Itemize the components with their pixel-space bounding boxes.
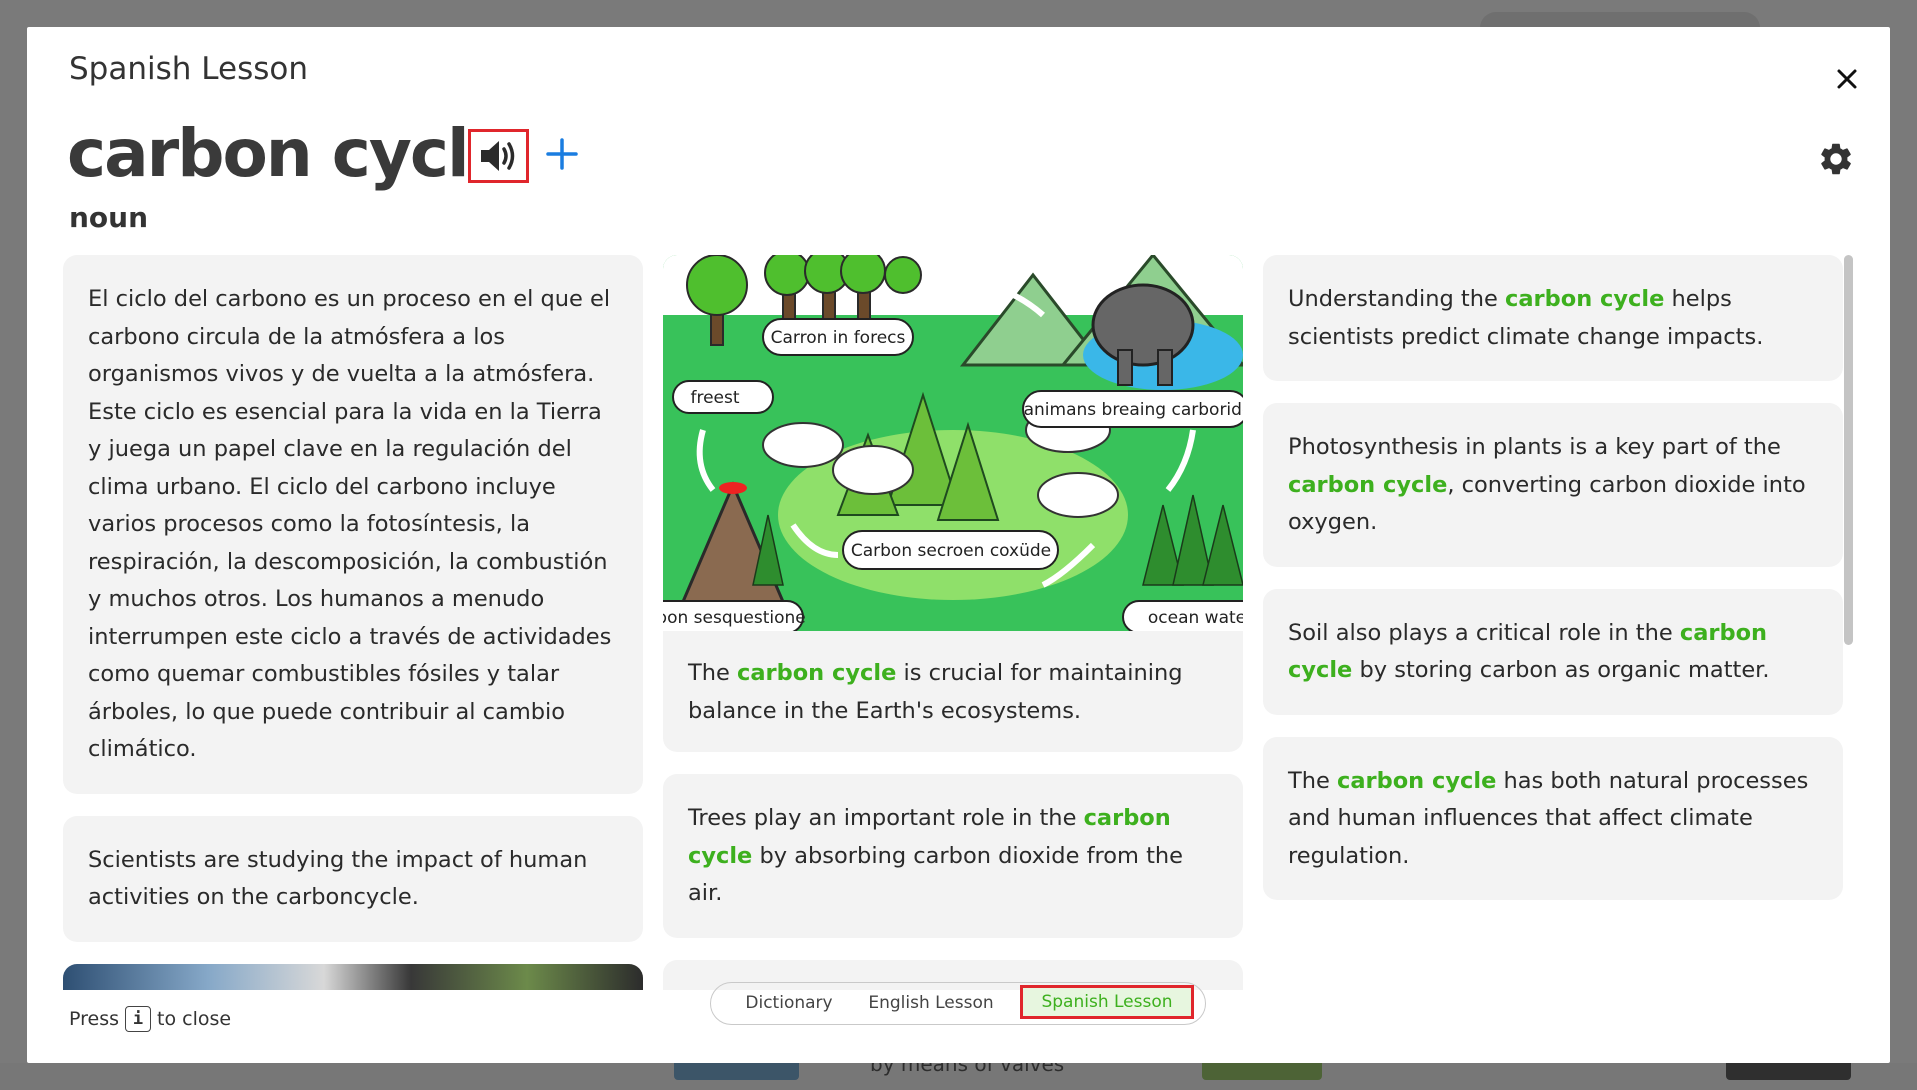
headword: carbon cycle [67, 115, 512, 192]
example-card: Trees play an important role in the carb… [663, 774, 1243, 938]
word-modal: Spanish Lesson carbon cycle noun El cicl… [27, 27, 1890, 1063]
column-3: Understanding the carbon cycle helps sci… [1263, 255, 1843, 922]
example-text: Soil also plays a critical role in the c… [1288, 619, 1770, 684]
image-label-forest: Carron in forecs [771, 328, 906, 348]
example-text: Trees play an important role in the carb… [688, 805, 1184, 906]
example-text: The carbon cycle has both natural proces… [1288, 767, 1809, 869]
part-of-speech: noun [69, 201, 149, 234]
image-label-center: Carbon secroen coxüde [851, 541, 1051, 561]
close-icon [1837, 69, 1857, 89]
carbon-cycle-illustration: Carron in forecs freest animans breaing … [663, 255, 1243, 631]
tab-spanish-lesson[interactable]: Spanish Lesson [1020, 985, 1194, 1019]
column-1: El ciclo del carbono es un proceso en el… [63, 255, 643, 990]
definition-card: El ciclo del carbono es un proceso en el… [63, 255, 643, 794]
gear-icon [1821, 143, 1851, 175]
image-label-freest: freest [690, 388, 739, 408]
example-text: The carbon cycle is crucial for maintain… [688, 660, 1183, 724]
modal-title: Spanish Lesson [69, 51, 308, 87]
pronounce-button[interactable] [468, 129, 529, 183]
image-card: Carron in forecs freest animans breaing … [663, 255, 1243, 752]
image-label-sequestration: bon sesquestione [663, 608, 806, 628]
image-label-ocean: ocean wate [1148, 608, 1243, 628]
example-card: Soil also plays a critical role in the c… [1263, 588, 1843, 715]
image-label-animals: animans breaing carboride [1024, 400, 1243, 420]
example-text: Scientists are studying the impact of hu… [88, 846, 588, 911]
close-hint: Press i to close [69, 1006, 232, 1032]
example-text: Understanding the carbon cycle helps sci… [1288, 286, 1764, 350]
lesson-content[interactable]: El ciclo del carbono es un proceso en el… [63, 255, 1863, 990]
example-card: Scientists are studying the impact of hu… [63, 815, 643, 942]
example-card: The carbon cycle has both natural proces… [1263, 736, 1843, 900]
plus-icon [546, 138, 578, 170]
partial-image-card [63, 963, 643, 990]
keyboard-key: i [125, 1006, 152, 1032]
speaker-icon [480, 141, 514, 171]
column-2: Carron in forecs freest animans breaing … [663, 255, 1243, 990]
example-text: Photosynthesis in plants is a key part o… [1288, 434, 1806, 535]
definition-text: El ciclo del carbono es un proceso en el… [88, 286, 612, 762]
example-card: Photosynthesis in plants is a key part o… [1263, 403, 1843, 567]
lesson-tabs: Dictionary English Lesson Spanish Lesson [710, 982, 1206, 1025]
settings-button[interactable] [1812, 135, 1860, 183]
close-button[interactable] [1827, 59, 1867, 99]
tab-english-lesson[interactable]: English Lesson [867, 983, 995, 1023]
tab-dictionary[interactable]: Dictionary [725, 983, 853, 1023]
scrollbar[interactable] [1844, 255, 1853, 645]
example-card: Understanding the carbon cycle helps sci… [1263, 255, 1843, 381]
add-word-button[interactable] [539, 131, 585, 177]
